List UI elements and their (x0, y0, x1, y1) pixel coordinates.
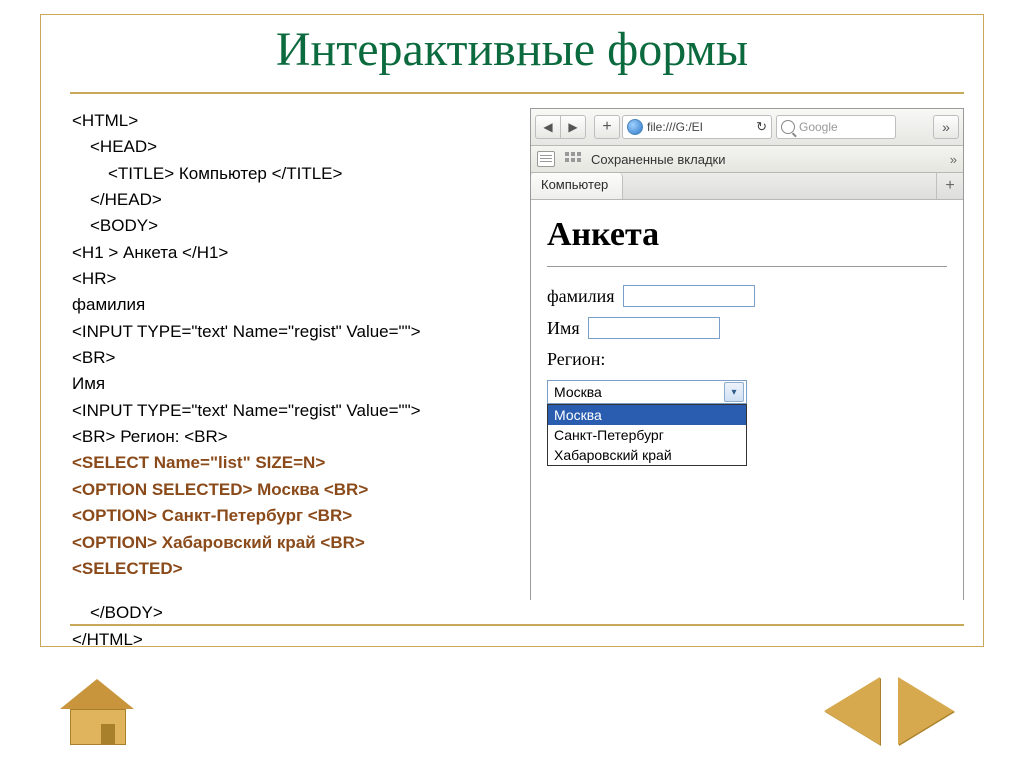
browser-window: ◀ ▶ + file:///G:/EI ↻ Google » Сохраненн… (530, 108, 964, 600)
divider-bottom (70, 624, 964, 626)
prev-slide-button[interactable] (824, 677, 880, 745)
option-khabarovsk[interactable]: Хабаровский край (548, 445, 746, 465)
page-content: Анкета фамилия Имя Регион: Москва ▾ Моск… (531, 200, 963, 626)
code-line: <HR> (72, 266, 502, 292)
reload-icon[interactable]: ↻ (756, 119, 767, 135)
code-line: <BR> Регион: <BR> (72, 424, 502, 450)
bookmarks-bar: Сохраненные вкладки » (531, 146, 963, 173)
forward-button[interactable]: ▶ (560, 115, 586, 139)
code-line: </HEAD> (72, 187, 502, 213)
add-button[interactable]: + (594, 115, 620, 139)
speed-dial-icon[interactable] (565, 152, 581, 166)
tab-active[interactable]: Компьютер (531, 173, 623, 199)
back-button[interactable]: ◀ (535, 115, 560, 139)
code-line: <SELECTED> (72, 556, 502, 582)
code-line: <HTML> (72, 108, 502, 134)
region-dropdown: Москва Санкт-Петербург Хабаровский край (547, 404, 747, 466)
code-line: <OPTION SELECTED> Москва <BR> (72, 477, 502, 503)
option-moscow[interactable]: Москва (548, 405, 746, 425)
new-tab-button[interactable]: + (936, 173, 963, 199)
label-region: Регион: (547, 349, 605, 370)
home-icon-body (70, 709, 126, 745)
overflow-button[interactable]: » (933, 115, 959, 139)
search-box[interactable]: Google (776, 115, 896, 139)
code-line: фамилия (72, 292, 502, 318)
code-line: <INPUT TYPE="text' Name="regist" Value="… (72, 319, 502, 345)
search-placeholder: Google (799, 120, 838, 134)
label-name: Имя (547, 318, 580, 339)
search-icon (781, 120, 795, 134)
bookmarks-label[interactable]: Сохраненные вкладки (591, 152, 725, 167)
input-surname[interactable] (623, 285, 755, 307)
overflow-icon[interactable]: » (950, 152, 957, 167)
page-heading: Анкета (547, 216, 947, 254)
address-text: file:///G:/EI (647, 120, 703, 134)
code-line: <OPTION> Санкт-Петербург <BR> (72, 503, 502, 529)
home-button[interactable] (60, 683, 134, 745)
code-line: Имя (72, 371, 502, 397)
code-line: <TITLE> Компьютер </TITLE> (72, 161, 502, 187)
code-line: </BODY> (72, 600, 502, 626)
tab-strip: Компьютер + (531, 173, 963, 200)
code-line: <SELECT Name="list" SIZE=N> (72, 450, 502, 476)
nav-footer (0, 661, 1024, 751)
region-select[interactable]: Москва ▾ (547, 380, 747, 404)
slide-title: Интерактивные формы (0, 22, 1024, 77)
globe-icon (627, 119, 643, 135)
code-line: <BODY> (72, 213, 502, 239)
code-line: <HEAD> (72, 134, 502, 160)
code-line: <OPTION> Хабаровский край <BR> (72, 530, 502, 556)
code-block: <HTML> <HEAD> <TITLE> Компьютер </TITLE>… (72, 108, 502, 653)
next-slide-button[interactable] (898, 677, 954, 745)
address-bar[interactable]: file:///G:/EI ↻ (622, 115, 772, 139)
arrow-right-icon (898, 677, 954, 745)
page-hr (547, 266, 947, 267)
code-line: <INPUT TYPE="text' Name="regist" Value="… (72, 398, 502, 424)
browser-toolbar: ◀ ▶ + file:///G:/EI ↻ Google » (531, 109, 963, 146)
code-line: <H1 > Анкета </H1> (72, 240, 502, 266)
divider-top (70, 92, 964, 94)
code-line: <BR> (72, 345, 502, 371)
select-value: Москва (554, 384, 602, 400)
home-icon (60, 679, 134, 709)
home-icon-door (101, 724, 115, 744)
label-surname: фамилия (547, 286, 615, 307)
input-name[interactable] (588, 317, 720, 339)
book-icon[interactable] (537, 151, 555, 167)
code-line: </HTML> (72, 627, 502, 653)
option-spb[interactable]: Санкт-Петербург (548, 425, 746, 445)
chevron-down-icon: ▾ (724, 382, 744, 402)
arrow-left-icon (824, 677, 880, 745)
